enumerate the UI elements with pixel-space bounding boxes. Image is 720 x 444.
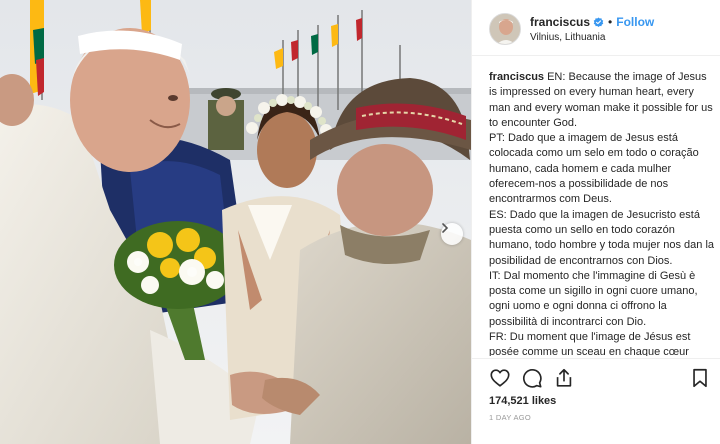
caption-paragraph-en: franciscus EN: Because the image of Jesu…	[489, 71, 713, 129]
location-link[interactable]: Vilnius, Lithuania	[530, 32, 605, 43]
username-link[interactable]: franciscus	[530, 15, 590, 29]
post-side-panel: franciscus • Follow Vilnius, Lithuania f…	[471, 0, 720, 444]
username-row: franciscus • Follow	[530, 15, 654, 29]
caption-paragraph-it: IT: Dal momento che l'immagine di Gesù è…	[489, 269, 698, 328]
next-photo-button[interactable]	[441, 223, 463, 245]
heart-icon[interactable]	[489, 367, 511, 389]
caption-paragraph-es: ES: Dado que la imagen de Jesucristo est…	[489, 208, 715, 267]
caption-username[interactable]: franciscus	[489, 71, 544, 83]
separator-dot: •	[608, 15, 613, 29]
bookmark-icon[interactable]	[689, 367, 711, 389]
post-header: franciscus • Follow Vilnius, Lithuania	[472, 0, 720, 56]
follow-button[interactable]: Follow	[616, 15, 654, 29]
action-bar	[472, 358, 720, 398]
chevron-right-icon	[442, 223, 449, 233]
photo-illustration	[0, 0, 471, 444]
post-photo[interactable]	[0, 0, 471, 444]
post-timestamp: 1 DAY AGO	[489, 413, 532, 422]
likes-label: likes	[531, 395, 557, 407]
avatar-image	[490, 14, 520, 44]
verified-badge-icon	[593, 16, 604, 27]
caption-paragraph-pt: PT: Dado que a imagem de Jesus está colo…	[489, 132, 699, 206]
share-icon[interactable]	[553, 367, 575, 389]
comment-icon[interactable]	[521, 367, 543, 389]
avatar[interactable]	[489, 13, 521, 45]
post-caption: franciscus EN: Because the image of Jesu…	[489, 70, 717, 356]
likes-count[interactable]: 174,521 likes	[489, 395, 556, 407]
instagram-post: franciscus • Follow Vilnius, Lithuania f…	[0, 0, 720, 444]
caption-paragraph-fr: FR: Du moment que l'image de Jésus est p…	[489, 331, 691, 356]
